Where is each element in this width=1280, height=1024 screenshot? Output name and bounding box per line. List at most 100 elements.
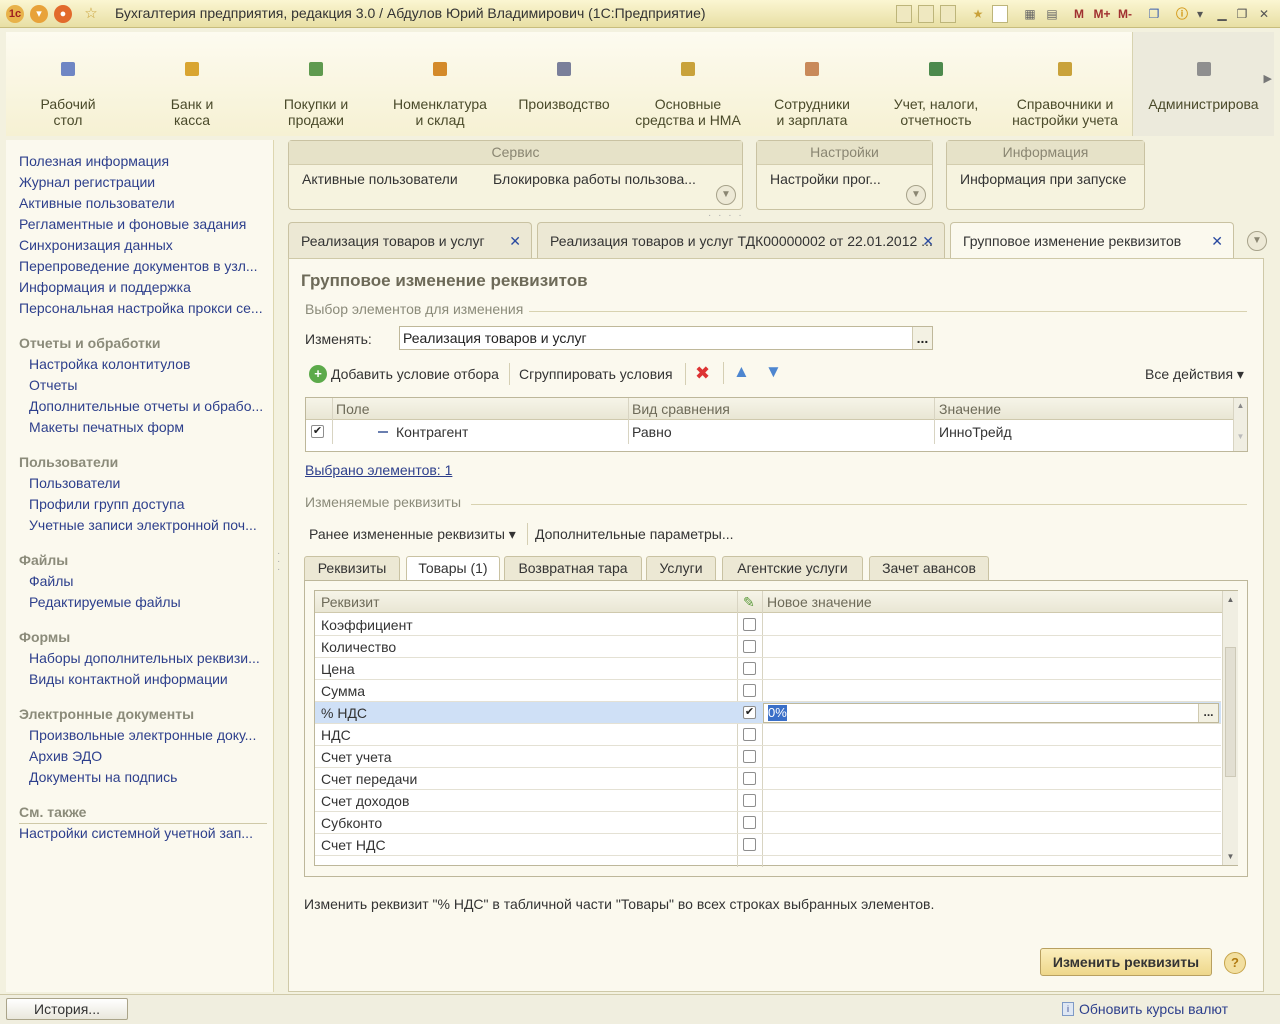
help-icon[interactable]: ?	[1224, 952, 1246, 974]
scroll-up-icon[interactable]: ▲	[1223, 595, 1238, 604]
nav-link[interactable]: Профили групп доступа	[29, 496, 267, 512]
selected-count-link[interactable]: Выбрано элементов: 1	[305, 462, 452, 478]
nav-link[interactable]: Журнал регистрации	[19, 174, 267, 190]
row-checkbox[interactable]: ✔	[311, 425, 324, 438]
add-condition-button[interactable]: Добавить условие отбора	[331, 366, 499, 382]
attribute-checkbox[interactable]	[743, 816, 756, 829]
table-row[interactable]: Счет учета	[315, 746, 1221, 768]
nav-link[interactable]: Регламентные и фоновые задания	[19, 216, 267, 232]
active-users-command[interactable]: Активные пользователи	[302, 171, 458, 187]
scrollbar[interactable]: ▲ ▼	[1233, 398, 1247, 451]
memory-plus-button[interactable]: M+	[1092, 5, 1112, 23]
nav-link[interactable]: Учетные записи электронной поч...	[29, 517, 267, 533]
close-tab-icon[interactable]: ✕	[922, 223, 934, 258]
expand-icon[interactable]: ▼	[906, 185, 926, 205]
nav-link[interactable]: Информация и поддержка	[19, 279, 267, 295]
table-row[interactable]: НДС	[315, 724, 1221, 746]
nav-link[interactable]: Документы на подпись	[29, 769, 267, 785]
save-icon[interactable]	[896, 5, 912, 23]
attribute-checkbox[interactable]	[743, 684, 756, 697]
nav-link[interactable]: Перепроведение документов в узл...	[19, 258, 267, 274]
lock-users-command[interactable]: Блокировка работы пользова...	[493, 171, 696, 187]
favorite-icon[interactable]: ★	[970, 5, 986, 23]
section-6[interactable]: Основные средства и НМА	[626, 32, 750, 136]
update-rates-link[interactable]: Обновить курсы валют	[1079, 1001, 1228, 1017]
table-row[interactable]: Счет НДС	[315, 834, 1221, 856]
column-field[interactable]: Поле	[336, 398, 370, 420]
restore-icon[interactable]: ❐	[1234, 5, 1250, 23]
section-5[interactable]: Производство	[502, 32, 626, 136]
panel-splitter[interactable]: · · ·	[277, 549, 280, 575]
nav-link[interactable]: Архив ЭДО	[29, 748, 267, 764]
nav-link[interactable]: Произвольные электронные доку...	[29, 727, 267, 743]
subtab-6[interactable]: Зачет авансов	[869, 556, 989, 580]
tab-sales-document[interactable]: Реализация товаров и услуг ТДК00000002 о…	[537, 222, 945, 258]
section-9[interactable]: Справочники и настройки учета	[998, 32, 1132, 136]
attribute-checkbox[interactable]	[743, 794, 756, 807]
attribute-checkbox[interactable]	[743, 618, 756, 631]
column-new-value[interactable]: Новое значение	[767, 591, 872, 613]
attribute-checkbox[interactable]	[743, 772, 756, 785]
attribute-checkbox[interactable]	[743, 640, 756, 653]
column-attribute[interactable]: Реквизит	[321, 591, 380, 613]
calendar-icon[interactable]: ▤	[1044, 5, 1060, 23]
new-value-input[interactable]: 0%...	[763, 703, 1219, 723]
subtab-4[interactable]: Услуги	[646, 556, 716, 580]
table-row[interactable]: Счет доходов	[315, 790, 1221, 812]
group-conditions-button[interactable]: Сгруппировать условия	[519, 366, 673, 382]
column-value[interactable]: Значение	[939, 398, 1001, 420]
info-icon[interactable]: ⓘ	[1174, 5, 1190, 23]
scroll-thumb[interactable]	[1225, 647, 1236, 777]
splitter-handle[interactable]: · · · ·	[708, 210, 744, 221]
previous-attributes-button[interactable]: Ранее измененные реквизиты ▾	[309, 526, 516, 543]
dropdown-icon[interactable]: ▾	[1194, 5, 1206, 23]
table-row[interactable]: Сумма	[315, 680, 1221, 702]
home-icon[interactable]: ●	[54, 5, 72, 23]
tabs-menu-icon[interactable]: ▼	[1247, 231, 1267, 251]
calculator-icon[interactable]: ▦	[1022, 5, 1038, 23]
move-up-icon[interactable]: ▲	[733, 362, 750, 382]
nav-link[interactable]: Настройка колонтитулов	[29, 356, 267, 372]
add-icon[interactable]: +	[309, 365, 327, 383]
nav-link[interactable]: Виды контактной информации	[29, 671, 267, 687]
scroll-up-icon[interactable]: ▲	[1234, 401, 1247, 410]
tab-sales[interactable]: Реализация товаров и услуг ✕	[288, 222, 532, 258]
scroll-down-icon[interactable]: ▼	[1234, 432, 1247, 441]
nav-link[interactable]: Персональная настройка прокси се...	[19, 300, 267, 316]
attribute-checkbox[interactable]: ✔	[743, 706, 756, 719]
table-row[interactable]: Счет передачи	[315, 768, 1221, 790]
close-tab-icon[interactable]: ✕	[509, 223, 521, 258]
memory-button[interactable]: M	[1072, 5, 1086, 23]
nav-link[interactable]: Полезная информация	[19, 153, 267, 169]
subtab-1[interactable]: Реквизиты	[304, 556, 400, 580]
table-row[interactable]: Коэффициент	[315, 614, 1221, 636]
move-down-icon[interactable]: ▼	[765, 362, 782, 382]
nav-link[interactable]: Редактируемые файлы	[29, 594, 267, 610]
section-7[interactable]: Сотрудники и зарплата	[750, 32, 874, 136]
startup-info-command[interactable]: Информация при запуске	[960, 171, 1126, 187]
section-2[interactable]: Банк и касса	[130, 32, 254, 136]
table-row[interactable]: Цена	[315, 658, 1221, 680]
history-icon[interactable]	[992, 5, 1008, 23]
select-value-button[interactable]: ...	[1198, 704, 1218, 722]
star-icon[interactable]: ☆	[82, 5, 100, 23]
attribute-checkbox[interactable]	[743, 838, 756, 851]
delete-icon[interactable]: ✖	[695, 363, 710, 384]
close-tab-icon[interactable]: ✕	[1211, 223, 1223, 259]
memory-minus-button[interactable]: M-	[1116, 5, 1134, 23]
app-logo-icon[interactable]: 1c	[6, 5, 24, 23]
table-row[interactable]: Субконто	[315, 812, 1221, 834]
subtab-5[interactable]: Агентские услуги	[722, 556, 863, 580]
table-row[interactable]: ✔ Контрагент Равно ИнноТрейд	[306, 421, 1236, 443]
table-row[interactable]: Количество	[315, 636, 1221, 658]
nav-link[interactable]: Пользователи	[29, 475, 267, 491]
menu-icon[interactable]: ▾	[30, 5, 48, 23]
all-actions-button[interactable]: Все действия ▾	[1145, 366, 1244, 383]
scroll-down-icon[interactable]: ▼	[1223, 852, 1238, 861]
table-row[interactable]: % НДС ✔ 0%...	[315, 702, 1221, 724]
nav-link[interactable]: Синхронизация данных	[19, 237, 267, 253]
section-3[interactable]: Покупки и продажи	[254, 32, 378, 136]
attribute-checkbox[interactable]	[743, 728, 756, 741]
nav-link[interactable]: Отчеты	[29, 377, 267, 393]
scroll-right-icon[interactable]: ▶	[1264, 72, 1272, 85]
